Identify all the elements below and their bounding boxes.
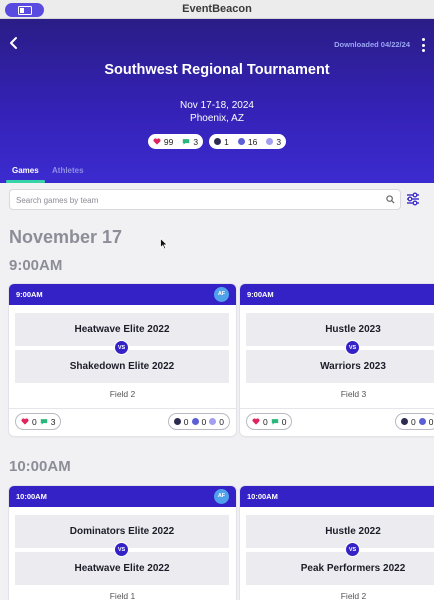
blue-dot-icon <box>418 418 426 425</box>
lavender-dot-icon <box>266 138 274 145</box>
game-card[interactable]: 9:00AM AF Heatwave Elite 2022 Shakedown … <box>9 284 236 436</box>
filter-sliders-icon[interactable] <box>406 192 420 206</box>
search-box <box>9 189 401 210</box>
game-card[interactable]: 10:00AM Hustle 2022 Peak Performers 2022… <box>240 486 434 600</box>
more-menu-icon[interactable] <box>420 38 426 52</box>
dark-dot-icon <box>401 418 408 425</box>
tab-bar: Games Athletes <box>0 163 434 183</box>
heart-icon <box>153 138 161 145</box>
event-stats: 99 3 1 16 3 <box>0 134 434 149</box>
event-dates: Nov 17-18, 2024 <box>180 100 254 111</box>
blue-count: 16 <box>247 136 258 147</box>
app-title: EventBeacon <box>182 3 252 15</box>
time-heading: 9:00AM <box>9 257 63 274</box>
tab-games[interactable]: Games <box>12 166 39 175</box>
event-header: Downloaded 04/22/24 Southwest Regional T… <box>0 19 434 183</box>
game-time: 10:00AM <box>16 492 47 501</box>
game-time: 9:00AM <box>16 290 43 299</box>
reactions-pill[interactable]: 0 0 <box>246 413 293 430</box>
game-card-header: 9:00AM <box>240 284 434 305</box>
team-b: Peak Performers 2022 <box>246 552 434 585</box>
team-b: Warriors 2023 <box>246 350 434 383</box>
game-card-header: 10:00AM <box>240 486 434 507</box>
field-label: Field 1 <box>109 591 136 600</box>
event-title: Southwest Regional Tournament <box>104 62 330 78</box>
card-footer: 0 0 0 0 <box>240 408 434 436</box>
blue-dot-icon <box>191 418 199 425</box>
vs-badge: VS <box>114 340 129 355</box>
matchup: Dominators Elite 2022 Heatwave Elite 202… <box>15 515 229 585</box>
chats-count: 3 <box>193 136 199 147</box>
vs-badge: VS <box>345 542 360 557</box>
dark-count: 0 <box>411 416 416 427</box>
vs-badge: VS <box>114 542 129 557</box>
event-location: Phoenix, AZ <box>190 113 244 124</box>
title-bar: EventBeacon <box>0 0 434 19</box>
heart-icon <box>252 418 260 425</box>
dark-dot-icon <box>214 138 222 145</box>
chats-count: 0 <box>281 416 287 427</box>
team-counts-pill[interactable]: 0 0 <box>395 413 434 430</box>
tab-athletes[interactable]: Athletes <box>52 166 84 175</box>
dark-count: 0 <box>183 416 189 427</box>
field-label: Field 3 <box>340 389 367 399</box>
search-input[interactable] <box>16 193 376 207</box>
field-label: Field 2 <box>109 389 136 399</box>
team-avatar: AF <box>214 489 229 504</box>
dark-count: 1 <box>224 136 229 147</box>
team-a: Hustle 2023 <box>246 313 434 346</box>
lavender-count: 0 <box>219 416 224 427</box>
reaction-stats-pill[interactable]: 99 3 <box>147 134 204 149</box>
blue-count: 0 <box>428 416 434 427</box>
card-footer: 0 3 0 0 0 <box>9 408 236 436</box>
hearts-count: 99 <box>163 136 174 147</box>
lavender-dot-icon <box>209 418 217 425</box>
date-heading: November 17 <box>9 227 123 247</box>
heart-icon <box>21 418 29 425</box>
blue-dot-icon <box>237 138 245 145</box>
lavender-count: 3 <box>276 136 282 147</box>
team-avatar: AF <box>214 287 229 302</box>
game-time: 9:00AM <box>247 290 274 299</box>
chat-icon <box>183 139 190 145</box>
reactions-pill[interactable]: 0 3 <box>15 413 62 430</box>
game-card[interactable]: 10:00AM AF Dominators Elite 2022 Heatwav… <box>9 486 236 600</box>
dark-dot-icon <box>173 418 181 425</box>
vs-badge: VS <box>345 340 360 355</box>
chats-count: 3 <box>50 416 56 427</box>
mouse-cursor-icon <box>160 238 168 250</box>
field-label: Field 2 <box>340 591 367 600</box>
active-tab-indicator <box>6 180 45 183</box>
game-card-header: 10:00AM AF <box>9 486 236 507</box>
team-counts-pill[interactable]: 0 0 0 <box>167 413 230 430</box>
team-stats-pill[interactable]: 1 16 3 <box>209 134 287 149</box>
game-card-header: 9:00AM AF <box>9 284 236 305</box>
chat-icon <box>271 419 278 425</box>
blue-count: 0 <box>201 416 207 427</box>
chat-icon <box>40 419 47 425</box>
back-icon[interactable] <box>8 36 20 50</box>
matchup: Hustle 2023 Warriors 2023 VS <box>246 313 434 383</box>
game-time: 10:00AM <box>247 492 278 501</box>
time-heading: 10:00AM <box>9 458 71 475</box>
hearts-count: 0 <box>263 416 268 427</box>
team-a: Hustle 2022 <box>246 515 434 548</box>
hearts-count: 0 <box>32 416 37 427</box>
game-card[interactable]: 9:00AM Hustle 2023 Warriors 2023 VS Fiel… <box>240 284 434 436</box>
matchup: Heatwave Elite 2022 Shakedown Elite 2022… <box>15 313 229 383</box>
matchup: Hustle 2022 Peak Performers 2022 VS <box>246 515 434 585</box>
search-icon[interactable] <box>386 195 395 204</box>
downloaded-status: Downloaded 04/22/24 <box>334 40 410 49</box>
